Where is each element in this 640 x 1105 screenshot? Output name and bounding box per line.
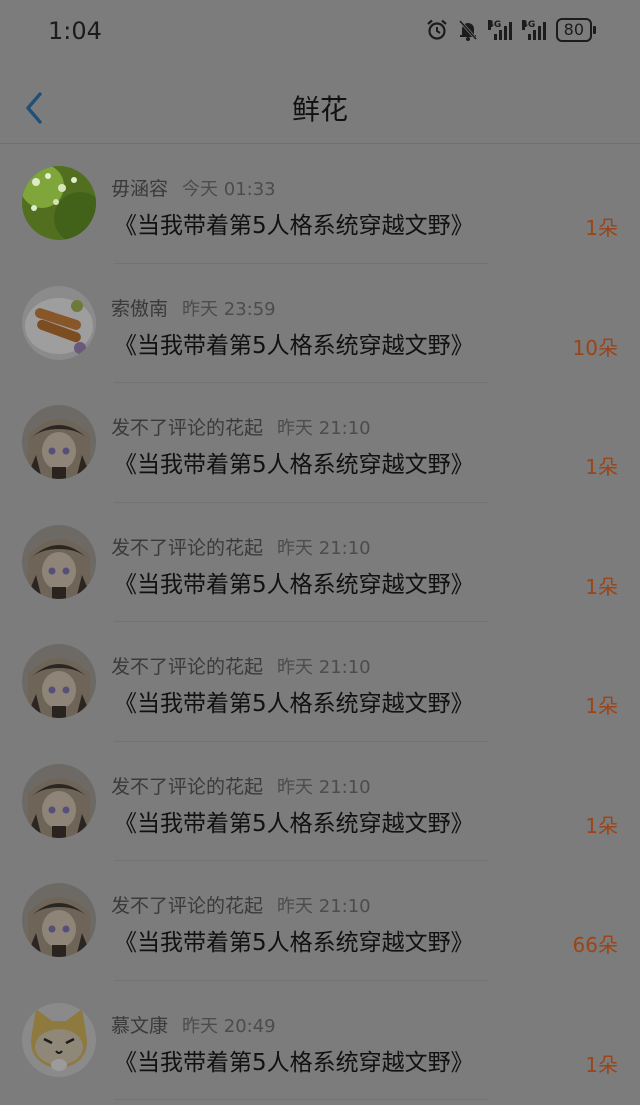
signal-icon: 4G xyxy=(487,20,512,40)
page-title: 鲜花 xyxy=(291,93,348,126)
user-name[interactable]: 慕文康 xyxy=(111,1015,168,1037)
flower-count: 1朵 xyxy=(585,1052,618,1077)
name-line: 发不了评论的花起 昨天 21:10 xyxy=(111,413,371,440)
avatar[interactable] xyxy=(22,763,96,838)
timestamp: 昨天 21:10 xyxy=(277,657,371,678)
timestamp: 今天 01:33 xyxy=(182,179,276,200)
user-name[interactable]: 索傲南 xyxy=(111,298,168,320)
timestamp: 昨天 21:10 xyxy=(277,776,371,798)
user-name[interactable]: 发不了评论的花起 xyxy=(111,895,263,917)
name-line: 慕文康 昨天 20:49 xyxy=(111,1011,276,1038)
avatar[interactable] xyxy=(22,524,96,599)
divider xyxy=(114,1099,488,1100)
flower-count: 1朵 xyxy=(585,813,618,838)
timestamp: 昨天 23:59 xyxy=(182,298,276,320)
list-item[interactable]: 慕文康 昨天 20:49 《当我带着第5人格系统穿越文野》 1朵 xyxy=(0,981,640,1100)
avatar[interactable] xyxy=(22,405,96,479)
signal-icon: 4G xyxy=(521,20,546,40)
flower-count: 1朵 xyxy=(585,455,618,479)
timestamp: 昨天 21:10 xyxy=(277,537,371,559)
flower-list: 毋涵容 今天 01:33 《当我带着第5人格系统穿越文野》 1朵 索傲南 昨天 23… xyxy=(0,144,640,1100)
status-icons: 4G 4G 80 xyxy=(426,18,597,42)
network-label: 4G xyxy=(487,20,502,30)
book-title[interactable]: 《当我带着第5人格系统穿越文野》 xyxy=(114,923,474,957)
list-item[interactable]: 毋涵容 今天 01:33 《当我带着第5人格系统穿越文野》 1朵 xyxy=(0,144,640,264)
avatar[interactable] xyxy=(22,285,96,360)
list-item[interactable]: 索傲南 昨天 23:59 《当我带着第5人格系统穿越文野》 10朵 xyxy=(0,264,640,383)
name-line: 发不了评论的花起 昨天 21:10 xyxy=(111,533,371,560)
name-line: 发不了评论的花起 昨天 21:10 xyxy=(111,772,371,799)
user-name[interactable]: 发不了评论的花起 xyxy=(111,417,263,439)
timestamp: 昨天 21:10 xyxy=(277,418,371,439)
nav-bar: 鲜花 xyxy=(0,62,640,144)
flower-count: 1朵 xyxy=(585,574,618,599)
list-item[interactable]: 发不了评论的花起 昨天 21:10 《当我带着第5人格系统穿越文野》 1朵 xyxy=(0,383,640,503)
list-item[interactable]: 发不了评论的花起 昨天 21:10 《当我带着第5人格系统穿越文野》 1朵 xyxy=(0,742,640,861)
book-title[interactable]: 《当我带着第5人格系统穿越文野》 xyxy=(114,326,474,360)
alarm-icon xyxy=(426,19,447,40)
avatar[interactable] xyxy=(22,644,96,718)
list-item[interactable]: 发不了评论的花起 昨天 21:10 《当我带着第5人格系统穿越文野》 1朵 xyxy=(0,622,640,742)
status-bar: 1:04 4G 4G 80 xyxy=(0,0,640,62)
name-line: 发不了评论的花起 昨天 21:10 xyxy=(111,891,371,918)
name-line: 毋涵容 今天 01:33 xyxy=(111,174,276,201)
user-name[interactable]: 发不了评论的花起 xyxy=(111,656,263,678)
book-title[interactable]: 《当我带着第5人格系统穿越文野》 xyxy=(114,684,474,718)
timestamp: 昨天 21:10 xyxy=(277,896,371,917)
name-line: 索傲南 昨天 23:59 xyxy=(111,294,276,321)
timestamp: 昨天 20:49 xyxy=(182,1015,276,1037)
flower-count: 1朵 xyxy=(585,216,618,240)
book-title[interactable]: 《当我带着第5人格系统穿越文野》 xyxy=(114,804,474,838)
user-name[interactable]: 毋涵容 xyxy=(111,178,168,200)
battery-icon: 80 xyxy=(555,18,597,42)
book-title[interactable]: 《当我带着第5人格系统穿越文野》 xyxy=(114,445,474,479)
bell-muted-icon xyxy=(458,20,477,41)
user-name[interactable]: 发不了评论的花起 xyxy=(111,537,263,559)
name-line: 发不了评论的花起 昨天 21:10 xyxy=(111,652,371,679)
avatar[interactable] xyxy=(22,1002,96,1077)
flower-count: 10朵 xyxy=(572,335,618,360)
network-label: 4G xyxy=(521,20,536,30)
book-title[interactable]: 《当我带着第5人格系统穿越文野》 xyxy=(114,1043,474,1077)
list-item[interactable]: 发不了评论的花起 昨天 21:10 《当我带着第5人格系统穿越文野》 1朵 xyxy=(0,503,640,622)
status-time: 1:04 xyxy=(48,17,102,45)
book-title[interactable]: 《当我带着第5人格系统穿越文野》 xyxy=(114,206,474,240)
user-name[interactable]: 发不了评论的花起 xyxy=(111,776,263,798)
avatar[interactable] xyxy=(22,883,96,957)
list-item[interactable]: 发不了评论的花起 昨天 21:10 《当我带着第5人格系统穿越文野》 66朵 xyxy=(0,861,640,981)
flower-count: 66朵 xyxy=(572,933,618,957)
book-title[interactable]: 《当我带着第5人格系统穿越文野》 xyxy=(114,565,474,599)
flower-count: 1朵 xyxy=(585,694,618,718)
avatar[interactable] xyxy=(22,166,96,240)
